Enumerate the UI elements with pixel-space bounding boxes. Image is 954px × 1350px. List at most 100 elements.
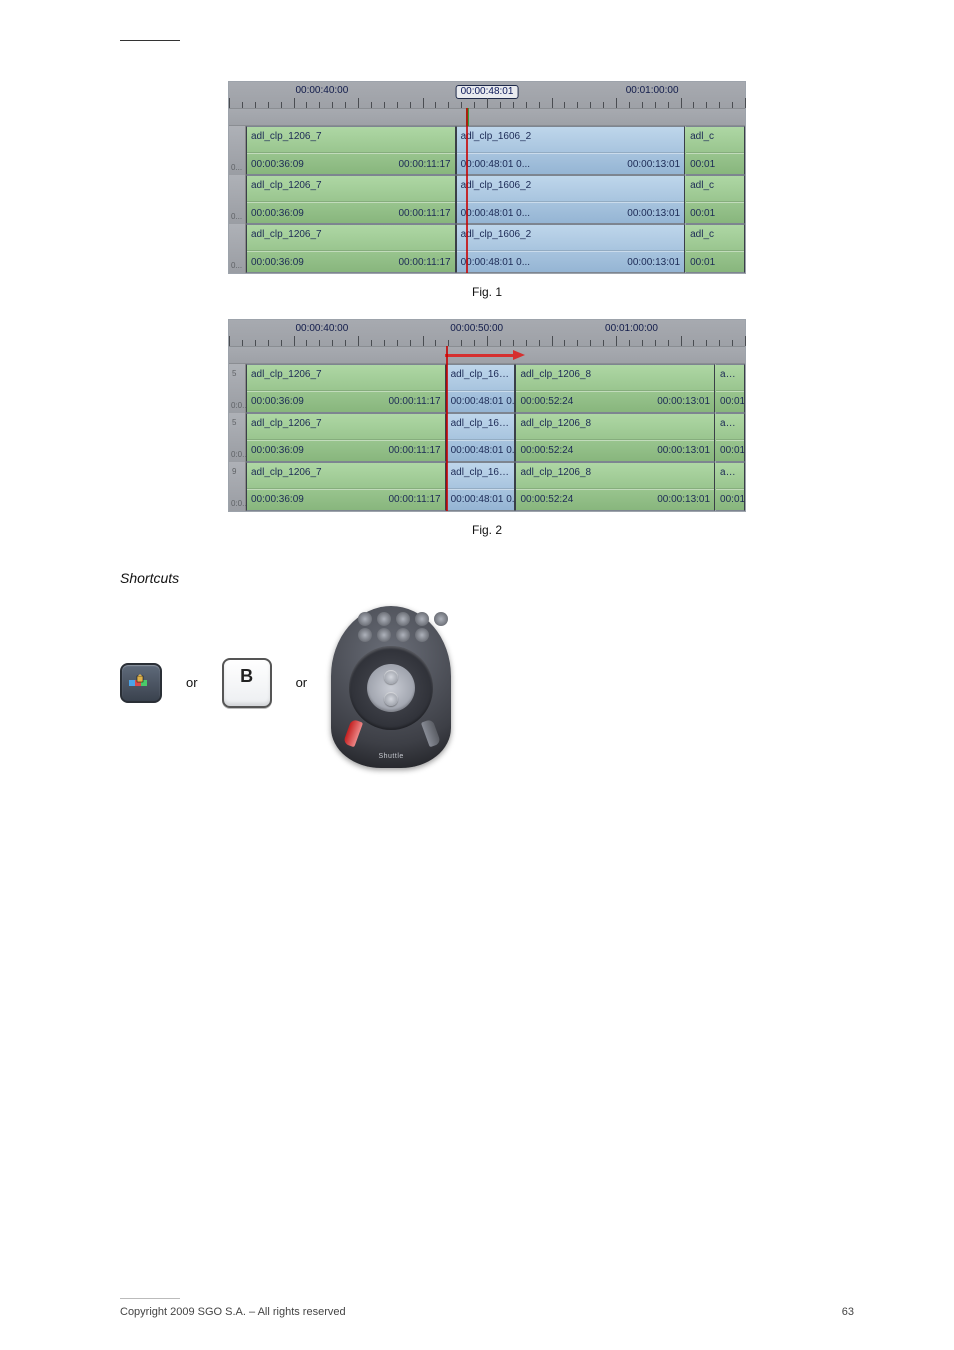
shuttle-button[interactable] (434, 612, 448, 626)
clip-timecodes: 00:00:48:01 0... (447, 489, 515, 511)
page-footer: Copyright 2009 SGO S.A. – All rights res… (120, 1298, 854, 1320)
shuttle-controller-icon: Shuttle (331, 598, 451, 768)
timeline-track[interactable]: 0...adl_clp_1206_700:00:36:0900:00:11:17… (229, 126, 745, 175)
or-label-2: or (296, 674, 308, 692)
track-header-stub: 0... (229, 224, 246, 273)
clip-timecodes: 00:01 (716, 489, 744, 511)
clip-title: adl_c (716, 463, 744, 489)
clip-timecodes: 00:00:36:0900:00:11:17 (247, 153, 455, 175)
track-header-stub: 50:0... (229, 364, 246, 413)
clip-title: adl_clp_1606_2 (457, 176, 685, 202)
clip-title: adl_clp_1206_8 (516, 365, 714, 391)
shuttle-button[interactable] (358, 612, 372, 626)
clip-title: adl_c (686, 127, 744, 153)
timeline-clip[interactable]: adl_c00:01 (685, 126, 745, 175)
timeline-spacer (229, 109, 745, 126)
clip-title: adl_clp_1606_2 (447, 414, 515, 440)
clip-timecodes: 00:00:36:0900:00:11:17 (247, 391, 445, 413)
timeline-clip[interactable]: adl_clp_1606_200:00:48:01 0... (446, 364, 516, 413)
timeline-clip[interactable]: adl_clp_1206_700:00:36:0900:00:11:17 (246, 413, 446, 462)
footer-page-number: 63 (842, 1305, 854, 1320)
timeline-clip[interactable]: adl_clp_1606_200:00:48:01 0...00:00:13:0… (456, 224, 686, 273)
clip-timecodes: 00:00:48:01 0... (447, 391, 515, 413)
clip-timecodes: 00:00:48:01 0...00:00:13:01 (457, 251, 685, 273)
clip-timecodes: 00:01 (716, 440, 744, 462)
timeline-clip[interactable]: adl_clp_1606_200:00:48:01 0... (446, 413, 516, 462)
shuttle-button[interactable] (377, 628, 391, 642)
clip-timecodes: 00:01 (716, 391, 744, 413)
clip-title: adl_clp_1206_7 (247, 414, 445, 440)
timeline-track[interactable]: 50:0...adl_clp_1206_700:00:36:0900:00:11… (229, 413, 745, 462)
shuttle-brand-label: Shuttle (378, 752, 403, 762)
timeline-clip[interactable]: adl_clp_1606_200:00:48:01 0...00:00:13:0… (456, 175, 686, 224)
timeline-ruler[interactable]: 00:00:40:0000:00:48:0100:01:00:00 (229, 82, 745, 109)
keyboard-shortcut-key: B (222, 658, 272, 708)
timeline-clip[interactable]: adl_clp_1206_700:00:36:0900:00:11:17 (246, 462, 446, 511)
timeline-ruler[interactable]: 00:00:40:0000:00:50:0000:01:00:00 (229, 320, 745, 347)
clip-title: adl_c (716, 365, 744, 391)
shuttle-button[interactable] (358, 628, 372, 642)
drag-arrow-icon (445, 350, 525, 360)
clip-timecodes: 00:00:48:01 0...00:00:13:01 (457, 153, 685, 175)
figure-1: 00:00:40:0000:00:48:0100:01:00:00 0...ad… (120, 81, 854, 274)
track-header-stub: 90:0... (229, 462, 246, 511)
timeline-clip[interactable]: adl_c00:01 (715, 364, 745, 413)
timeline-clip[interactable]: adl_clp_1606_200:00:48:01 0...00:00:13:0… (456, 126, 686, 175)
timeline-clip[interactable]: adl_clp_1206_800:00:52:2400:00:13:01 (515, 364, 715, 413)
clip-title: adl_clp_1606_2 (447, 463, 515, 489)
clip-title: adl_clp_1206_8 (516, 414, 714, 440)
clip-timecodes: 00:00:36:0900:00:11:17 (247, 489, 445, 511)
shuttle-button[interactable] (396, 612, 410, 626)
timeline-track[interactable]: 0...adl_clp_1206_700:00:36:0900:00:11:17… (229, 224, 745, 273)
track-header-stub: 50:0... (229, 413, 246, 462)
shuttle-button[interactable] (415, 628, 429, 642)
timeline-clip[interactable]: adl_clp_1206_700:00:36:0900:00:11:17 (246, 364, 446, 413)
shuttle-button[interactable] (377, 612, 391, 626)
playhead-line (446, 346, 448, 511)
timeline-spacer (229, 347, 745, 364)
shuttle-button[interactable] (396, 628, 410, 642)
clip-title: adl_clp_1206_7 (247, 176, 455, 202)
key-label: B (240, 664, 253, 689)
timeline-2: 00:00:40:0000:00:50:0000:01:00:00 50:0..… (228, 319, 746, 512)
clip-timecodes: 00:00:48:01 0... (447, 440, 515, 462)
timeline-1: 00:00:40:0000:00:48:0100:01:00:00 0...ad… (228, 81, 746, 274)
timeline-track[interactable]: 90:0...adl_clp_1206_700:00:36:0900:00:11… (229, 462, 745, 511)
timeline-clip[interactable]: adl_clp_1206_800:00:52:2400:00:13:01 (515, 462, 715, 511)
timeline-clip[interactable]: adl_clp_1206_700:00:36:0900:00:11:17 (246, 224, 456, 273)
clip-title: adl_c (686, 176, 744, 202)
clip-timecodes: 00:00:52:2400:00:13:01 (516, 391, 714, 413)
timeline-clip[interactable]: adl_clp_1206_700:00:36:0900:00:11:17 (246, 175, 456, 224)
timeline-clip[interactable]: adl_c00:01 (715, 462, 745, 511)
clip-timecodes: 00:01 (686, 153, 744, 175)
document-page: { "figure1": { "ruler_labels": [ { "pos"… (0, 0, 954, 1350)
clip-timecodes: 00:00:52:2400:00:13:01 (516, 489, 714, 511)
clip-timecodes: 00:00:36:0900:00:11:17 (247, 202, 455, 224)
timeline-clip[interactable]: adl_clp_1606_200:00:48:01 0... (446, 462, 516, 511)
timeline-clip[interactable]: adl_c00:01 (685, 175, 745, 224)
timeline-clip[interactable]: adl_c00:01 (715, 413, 745, 462)
clip-title: adl_clp_1206_7 (247, 365, 445, 391)
top-hr (120, 40, 180, 41)
timeline-track[interactable]: 50:0...adl_clp_1206_700:00:36:0900:00:11… (229, 364, 745, 413)
shortcuts-row: or B or Shuttle (120, 598, 854, 768)
or-label-1: or (186, 674, 198, 692)
shuttle-button[interactable] (415, 612, 429, 626)
timeline-clip[interactable]: adl_c00:01 (685, 224, 745, 273)
clip-timecodes: 00:01 (686, 202, 744, 224)
timeline-clip[interactable]: adl_clp_1206_800:00:52:2400:00:13:01 (515, 413, 715, 462)
timeline-clip[interactable]: adl_clp_1206_700:00:36:0900:00:11:17 (246, 126, 456, 175)
clip-title: adl_clp_1606_2 (457, 225, 685, 251)
clip-title: adl_clp_1206_7 (247, 225, 455, 251)
insert-mode-icon[interactable] (120, 663, 162, 703)
shortcuts-heading: Shortcuts (120, 569, 854, 589)
clip-timecodes: 00:00:36:0900:00:11:17 (247, 251, 455, 273)
clip-timecodes: 00:01 (686, 251, 744, 273)
figure-1-caption: Fig. 1 (120, 284, 854, 301)
clip-title: adl_c (686, 225, 744, 251)
timeline-track[interactable]: 0...adl_clp_1206_700:00:36:0900:00:11:17… (229, 175, 745, 224)
track-header-stub: 0... (229, 175, 246, 224)
clip-title: adl_clp_1606_2 (447, 365, 515, 391)
clip-title: adl_clp_1606_2 (457, 127, 685, 153)
figure-2: 00:00:40:0000:00:50:0000:01:00:00 50:0..… (120, 319, 854, 512)
